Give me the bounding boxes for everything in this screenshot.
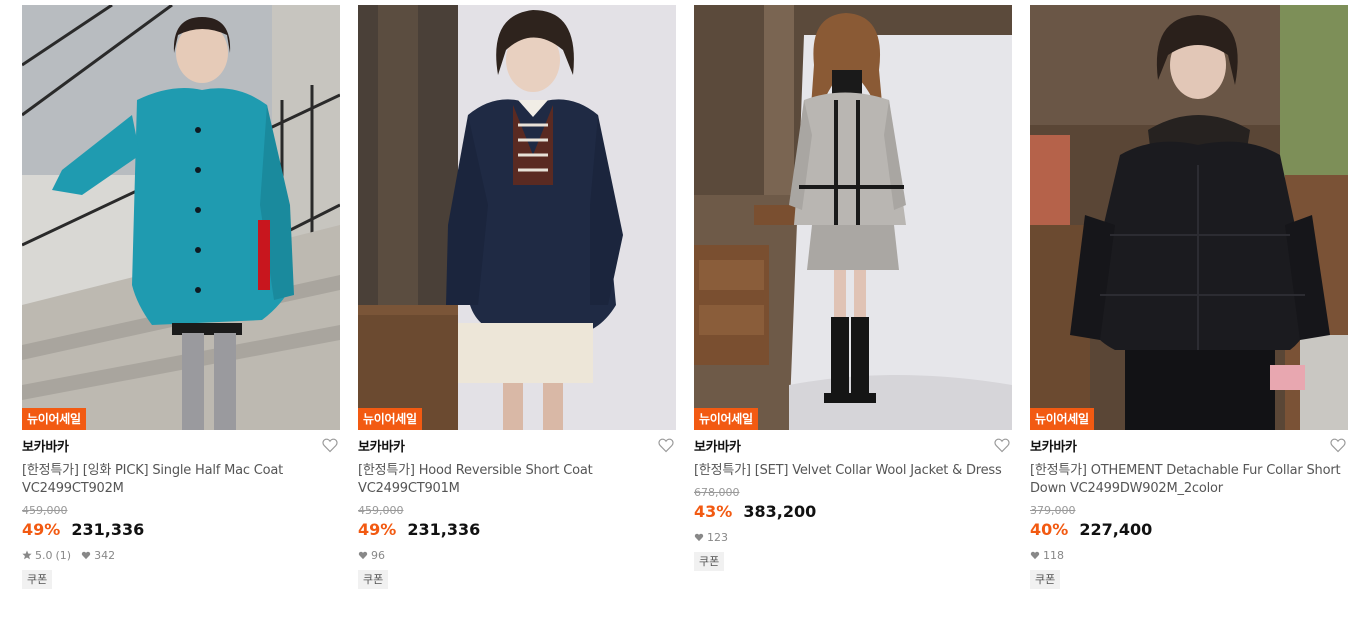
original-price: 379,000 [1030, 504, 1076, 517]
brand-row: 보카바카 [694, 432, 1012, 456]
product-title[interactable]: [한정특가] [잉화 PICK] Single Half Mac Coat VC… [22, 462, 340, 498]
discount-rate: 40% [1030, 520, 1069, 539]
heart-icon [694, 533, 704, 541]
sale-badge: 뉴이어세일 [1030, 408, 1094, 430]
like-count: 118 [1043, 548, 1064, 562]
wishlist-heart-icon[interactable] [994, 438, 1010, 453]
brand-name[interactable]: 보카바카 [694, 436, 741, 455]
rating-value: 5.0 [35, 548, 53, 562]
coupon-tag[interactable]: 쿠폰 [694, 552, 725, 571]
sale-price: 383,200 [743, 502, 817, 521]
coupon-tag[interactable]: 쿠폰 [358, 570, 389, 589]
original-price: 459,000 [22, 504, 68, 517]
like-count: 342 [94, 548, 116, 562]
product-image[interactable]: 뉴이어세일 [694, 5, 1012, 430]
discount-rate: 49% [358, 520, 397, 539]
likes: 118 [1030, 549, 1064, 562]
price-row: 40% 227,400 [1030, 519, 1348, 541]
brand-row: 보카바카 [1030, 432, 1348, 456]
product-photo [1030, 5, 1348, 430]
product-card[interactable]: 뉴이어세일 보카바카 [한정특가] [잉화 PICK] Single Half … [22, 5, 340, 589]
product-photo [694, 5, 1012, 430]
product-title[interactable]: [한정특가] OTHEMENT Detachable Fur Collar Sh… [1030, 462, 1348, 498]
sale-badge: 뉴이어세일 [22, 408, 86, 430]
heart-icon [1030, 551, 1040, 559]
discount-rate: 43% [694, 502, 733, 521]
product-photo [358, 5, 676, 430]
brand-name[interactable]: 보카바카 [22, 436, 69, 455]
product-meta: 5.0 (1) 342 [22, 548, 340, 562]
product-image[interactable]: 뉴이어세일 [1030, 5, 1348, 430]
product-image[interactable]: 뉴이어세일 [358, 5, 676, 430]
likes: 342 [81, 549, 115, 562]
brand-row: 보카바카 [22, 432, 340, 456]
rating: 5.0 (1) [22, 549, 71, 562]
product-card[interactable]: 뉴이어세일 보카바카 [한정특가] Hood Reversible Short … [358, 5, 676, 589]
star-icon [22, 550, 32, 560]
price-row: 49% 231,336 [22, 519, 340, 541]
heart-icon [81, 551, 91, 559]
sale-badge: 뉴이어세일 [358, 408, 422, 430]
product-image[interactable]: 뉴이어세일 [22, 5, 340, 430]
wishlist-heart-icon[interactable] [1330, 438, 1346, 453]
product-card[interactable]: 뉴이어세일 보카바카 [한정특가] OTHEMENT Detachable Fu… [1030, 5, 1348, 589]
likes: 123 [694, 531, 728, 544]
original-price: 678,000 [694, 486, 740, 499]
coupon-tag[interactable]: 쿠폰 [1030, 570, 1061, 589]
sale-badge: 뉴이어세일 [694, 408, 758, 430]
product-title[interactable]: [한정특가] Hood Reversible Short Coat VC2499… [358, 462, 676, 498]
brand-name[interactable]: 보카바카 [358, 436, 405, 455]
sale-price: 231,336 [71, 520, 145, 539]
likes: 96 [358, 549, 385, 562]
wishlist-heart-icon[interactable] [658, 438, 674, 453]
product-card[interactable]: 뉴이어세일 보카바카 [한정특가] [SET] Velvet Collar Wo… [694, 5, 1012, 571]
brand-row: 보카바카 [358, 432, 676, 456]
price-row: 49% 231,336 [358, 519, 676, 541]
product-grid: 뉴이어세일 보카바카 [한정특가] [잉화 PICK] Single Half … [0, 0, 1355, 626]
price-row: 43% 383,200 [694, 501, 1012, 523]
product-meta: 96 [358, 548, 676, 562]
product-photo [22, 5, 340, 430]
original-price: 459,000 [358, 504, 404, 517]
wishlist-heart-icon[interactable] [322, 438, 338, 453]
product-meta: 123 [694, 530, 1012, 544]
like-count: 96 [371, 548, 385, 562]
sale-price: 231,336 [407, 520, 481, 539]
brand-name[interactable]: 보카바카 [1030, 436, 1077, 455]
discount-rate: 49% [22, 520, 61, 539]
review-count: (1) [55, 548, 72, 562]
like-count: 123 [707, 530, 728, 544]
product-meta: 118 [1030, 548, 1348, 562]
heart-icon [358, 551, 368, 559]
sale-price: 227,400 [1079, 520, 1153, 539]
coupon-tag[interactable]: 쿠폰 [22, 570, 53, 589]
